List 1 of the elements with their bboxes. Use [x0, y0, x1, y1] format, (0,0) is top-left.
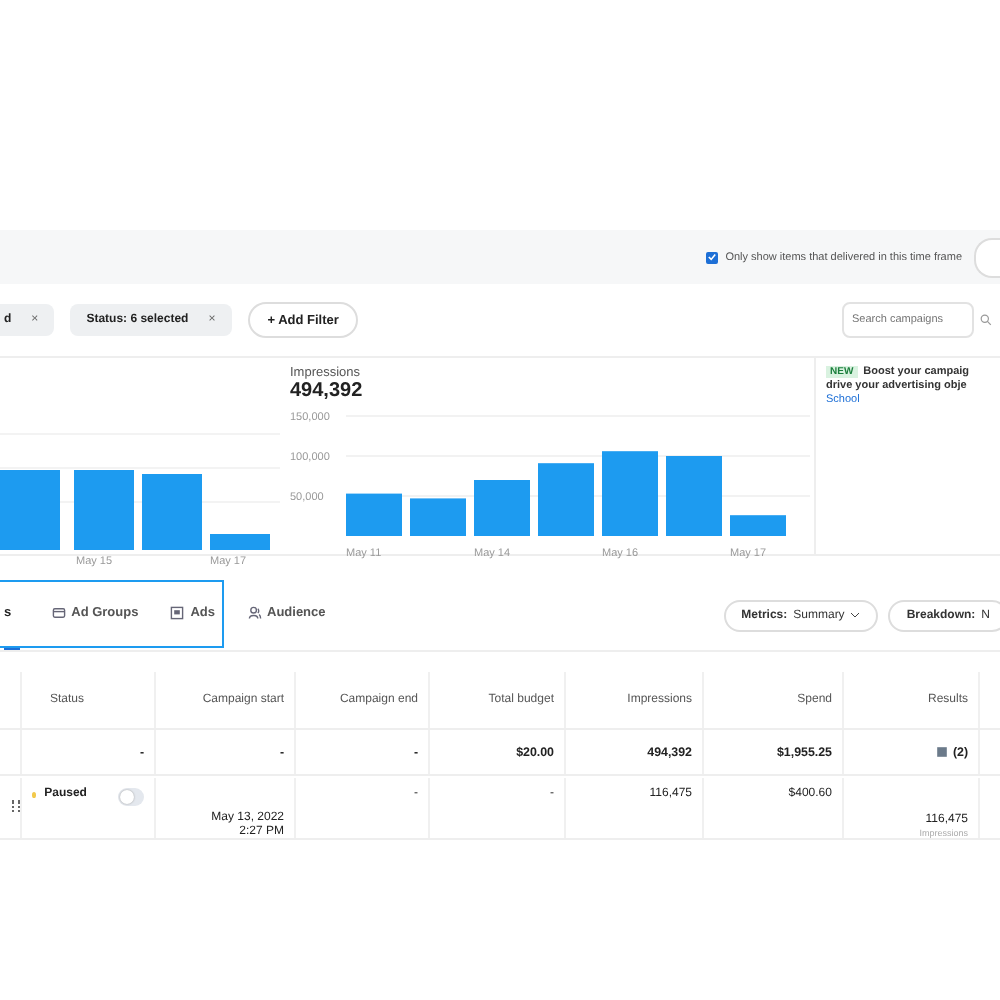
chart-total: 494,392 [290, 380, 365, 402]
